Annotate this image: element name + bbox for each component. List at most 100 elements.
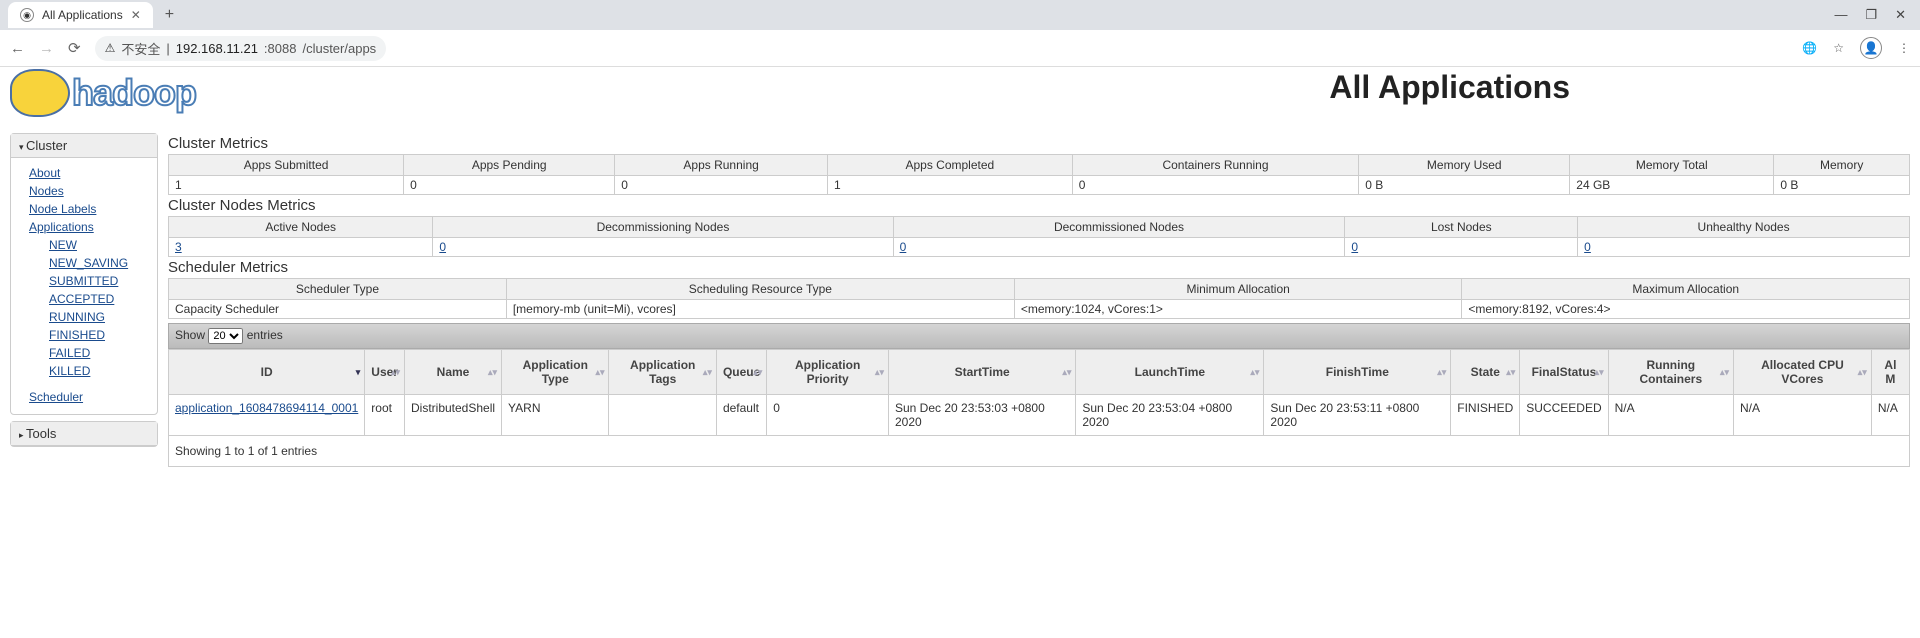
- security-label: 不安全: [121, 39, 160, 58]
- th-launch[interactable]: LaunchTime▴▾: [1076, 350, 1264, 395]
- th-user[interactable]: User▴▾: [365, 350, 405, 395]
- th-cpu[interactable]: Allocated CPU VCores▴▾: [1734, 350, 1872, 395]
- th-active-nodes: Active Nodes: [169, 217, 433, 238]
- sidebar-link-failed[interactable]: FAILED: [49, 344, 147, 362]
- profile-icon[interactable]: 👤: [1860, 37, 1882, 59]
- browser-tab[interactable]: ◉ All Applications ✕: [8, 2, 153, 28]
- sidebar-link-finished[interactable]: FINISHED: [49, 326, 147, 344]
- show-suffix: entries: [247, 328, 283, 342]
- th-priority[interactable]: Application Priority▴▾: [767, 350, 889, 395]
- td-state: FINISHED: [1451, 395, 1520, 436]
- window-controls: — ❐ ✕: [1834, 7, 1920, 23]
- decommissioned-link[interactable]: 0: [900, 240, 907, 254]
- td-name: DistributedShell: [404, 395, 501, 436]
- td-apps-pending: 0: [404, 176, 615, 195]
- close-icon[interactable]: ✕: [131, 8, 141, 22]
- th-state[interactable]: State▴▾: [1451, 350, 1520, 395]
- th-running-containers[interactable]: Running Containers▴▾: [1608, 350, 1733, 395]
- cluster-metrics-table: Apps Submitted Apps Pending Apps Running…: [168, 154, 1910, 195]
- th-queue[interactable]: Queue▴▾: [716, 350, 766, 395]
- th-apps-completed: Apps Completed: [827, 155, 1072, 176]
- url-path: /cluster/apps: [302, 41, 376, 56]
- sidebar-header-tools[interactable]: Tools: [11, 422, 157, 446]
- sidebar-link-node-labels[interactable]: Node Labels: [29, 200, 147, 218]
- th-name[interactable]: Name▴▾: [404, 350, 501, 395]
- sidebar-link-new[interactable]: NEW: [49, 236, 147, 254]
- unhealthy-link[interactable]: 0: [1584, 240, 1591, 254]
- td-apps-completed: 1: [827, 176, 1072, 195]
- sidebar-link-scheduler[interactable]: Scheduler: [29, 388, 147, 406]
- sidebar-link-applications[interactable]: Applications: [29, 218, 147, 236]
- show-prefix: Show: [175, 328, 205, 342]
- back-icon[interactable]: ←: [10, 40, 25, 57]
- sidebar-link-nodes[interactable]: Nodes: [29, 182, 147, 200]
- table-row: Scheduler Type Scheduling Resource Type …: [169, 279, 1910, 300]
- th-memory-total: Memory Total: [1570, 155, 1774, 176]
- sidebar-header-cluster[interactable]: Cluster: [11, 134, 157, 158]
- decommissioning-link[interactable]: 0: [439, 240, 446, 254]
- td-queue: default: [716, 395, 766, 436]
- th-start[interactable]: StartTime▴▾: [888, 350, 1075, 395]
- sidebar-link-killed[interactable]: KILLED: [49, 362, 147, 380]
- section-scheduler-metrics: Scheduler Metrics: [168, 259, 1910, 276]
- td-decommissioning-nodes: 0: [433, 238, 893, 257]
- application-id-link[interactable]: application_1608478694114_0001: [175, 401, 358, 415]
- th-apps-pending: Apps Pending: [404, 155, 615, 176]
- th-final[interactable]: FinalStatus▴▾: [1520, 350, 1608, 395]
- table-row: 1 0 0 1 0 0 B 24 GB 0 B: [169, 176, 1910, 195]
- maximize-icon[interactable]: ❐: [1865, 7, 1877, 23]
- sort-icon: ▴▾: [595, 368, 604, 376]
- td-memory-total: 24 GB: [1570, 176, 1774, 195]
- th-decommissioned-nodes: Decommissioned Nodes: [893, 217, 1345, 238]
- translate-icon[interactable]: 🌐: [1802, 41, 1817, 55]
- table-row: Apps Submitted Apps Pending Apps Running…: [169, 155, 1910, 176]
- browser-chrome: ◉ All Applications ✕ + — ❐ ✕ ← → ⟳ ⚠ 不安全…: [0, 0, 1920, 67]
- warning-icon: ⚠: [105, 41, 116, 55]
- td-scheduler-type: Capacity Scheduler: [169, 300, 507, 319]
- sort-icon: ▴▾: [1250, 368, 1259, 376]
- td-scheduling-resource-type: [memory-mb (unit=Mi), vcores]: [506, 300, 1014, 319]
- sort-icon: ▴▾: [1720, 368, 1729, 376]
- table-row: Capacity Scheduler [memory-mb (unit=Mi),…: [169, 300, 1910, 319]
- reload-icon[interactable]: ⟳: [68, 39, 81, 57]
- td-id: application_1608478694114_0001: [169, 395, 365, 436]
- nav-bar: ← → ⟳ ⚠ 不安全 | 192.168.11.21:8088/cluster…: [0, 30, 1920, 66]
- sidebar: Cluster About Nodes Node Labels Applicat…: [10, 133, 158, 467]
- th-id[interactable]: ID▾: [169, 350, 365, 395]
- scheduler-metrics-table: Scheduler Type Scheduling Resource Type …: [168, 278, 1910, 319]
- star-icon[interactable]: ☆: [1833, 41, 1844, 55]
- sort-icon: ▴▾: [1595, 368, 1604, 376]
- entries-select[interactable]: 20: [208, 328, 243, 344]
- sidebar-link-running[interactable]: RUNNING: [49, 308, 147, 326]
- sort-icon: ▴▾: [1062, 368, 1071, 376]
- tab-bar: ◉ All Applications ✕ + — ❐ ✕: [0, 0, 1920, 30]
- globe-icon: ◉: [20, 8, 34, 22]
- sort-icon: ▴▾: [1506, 368, 1515, 376]
- th-app-tags[interactable]: Application Tags▴▾: [609, 350, 716, 395]
- th-finish[interactable]: FinishTime▴▾: [1264, 350, 1451, 395]
- lost-link[interactable]: 0: [1351, 240, 1358, 254]
- td-mem: N/A: [1871, 395, 1909, 436]
- th-max-alloc: Maximum Allocation: [1462, 279, 1910, 300]
- th-app-type[interactable]: Application Type▴▾: [502, 350, 609, 395]
- menu-icon[interactable]: ⋮: [1898, 41, 1910, 55]
- sort-icon: ▴▾: [1437, 368, 1446, 376]
- datatable-length-bar: Show 20 entries: [168, 323, 1910, 349]
- address-bar[interactable]: ⚠ 不安全 | 192.168.11.21:8088/cluster/apps: [95, 36, 387, 61]
- new-tab-button[interactable]: +: [157, 2, 182, 28]
- sort-icon: ▴▾: [488, 368, 497, 376]
- th-mem[interactable]: Al M: [1871, 350, 1909, 395]
- active-nodes-link[interactable]: 3: [175, 240, 182, 254]
- sidebar-link-about[interactable]: About: [29, 164, 147, 182]
- table-row: ID▾ User▴▾ Name▴▾ Application Type▴▾ App…: [169, 350, 1910, 395]
- table-row: Active Nodes Decommissioning Nodes Decom…: [169, 217, 1910, 238]
- sidebar-link-new-saving[interactable]: NEW_SAVING: [49, 254, 147, 272]
- sidebar-link-accepted[interactable]: ACCEPTED: [49, 290, 147, 308]
- minimize-icon[interactable]: —: [1834, 7, 1847, 23]
- th-apps-running: Apps Running: [615, 155, 828, 176]
- forward-icon[interactable]: →: [39, 40, 54, 57]
- sidebar-link-submitted[interactable]: SUBMITTED: [49, 272, 147, 290]
- section-cluster-metrics: Cluster Metrics: [168, 135, 1910, 152]
- close-window-icon[interactable]: ✕: [1895, 7, 1906, 23]
- td-decommissioned-nodes: 0: [893, 238, 1345, 257]
